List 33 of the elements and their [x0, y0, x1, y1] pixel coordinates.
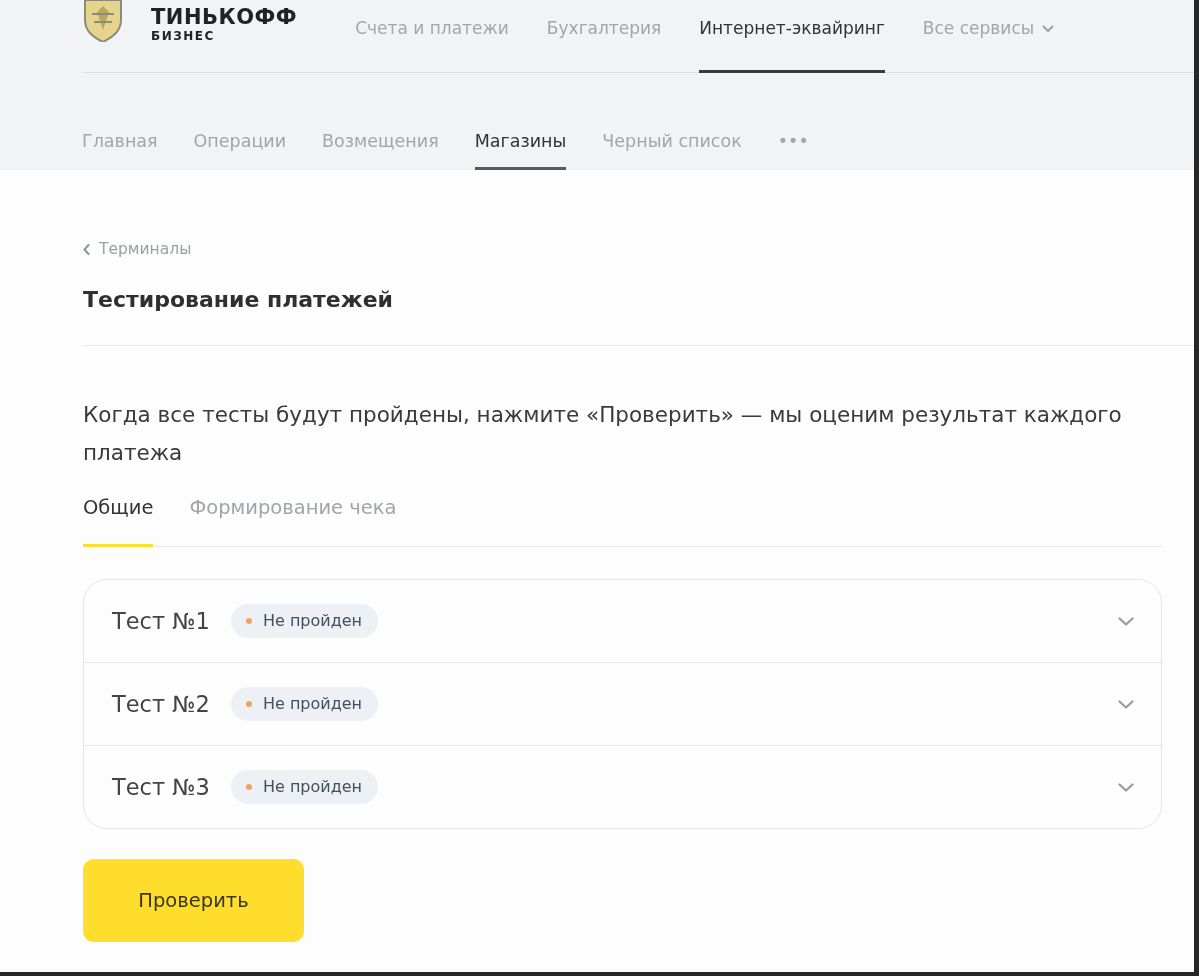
subnav-link[interactable]: Главная	[82, 73, 158, 170]
test-name: Тест №3	[112, 774, 210, 800]
nav-link[interactable]: Бухгалтерия	[546, 0, 662, 73]
nav-link[interactable]: Счета и платежи	[355, 0, 509, 73]
nav-link[interactable]: Все сервисы	[922, 0, 1055, 73]
status-text: Не пройден	[262, 778, 363, 796]
status-text: Не пройден	[262, 612, 363, 630]
test-name: Тест №1	[112, 608, 210, 634]
tab[interactable]: Общие	[83, 484, 154, 547]
brand-name: ТИНЬКОФФ	[151, 5, 298, 29]
test-name: Тест №2	[112, 691, 210, 717]
status-dot-icon	[245, 618, 252, 624]
caret-icon	[1042, 25, 1055, 33]
tab[interactable]: Формирование чека	[189, 484, 397, 547]
status-text: Не пройден	[262, 695, 363, 713]
chevron-down-icon[interactable]	[1118, 616, 1134, 626]
check-button[interactable]: Проверить	[83, 859, 304, 942]
instruction-text: Когда все тесты будут пройдены, нажмите «Проверить» — мы оценим результат каждого платежа	[83, 401, 1123, 467]
nav-link[interactable]: Интернет-эквайринг	[699, 0, 885, 73]
subnav-link[interactable]: Операции	[193, 73, 287, 170]
page-title: Тестирование платежей	[83, 287, 394, 313]
brand-subtitle: БИЗНЕС	[151, 29, 216, 43]
chevron-left-icon	[83, 243, 90, 255]
status-dot-icon	[245, 701, 252, 707]
chevron-down-icon[interactable]	[1118, 699, 1134, 709]
subnav-link[interactable]: Черный список	[602, 73, 742, 170]
status-dot-icon	[245, 784, 252, 790]
chevron-down-icon[interactable]	[1118, 782, 1134, 792]
subnav-link[interactable]: •••	[777, 73, 809, 170]
subnav-link[interactable]: Магазины	[474, 73, 567, 170]
back-link[interactable]: Терминалы	[83, 238, 192, 260]
subnav-link[interactable]: Возмещения	[322, 73, 439, 170]
crest-icon	[82, 0, 124, 42]
